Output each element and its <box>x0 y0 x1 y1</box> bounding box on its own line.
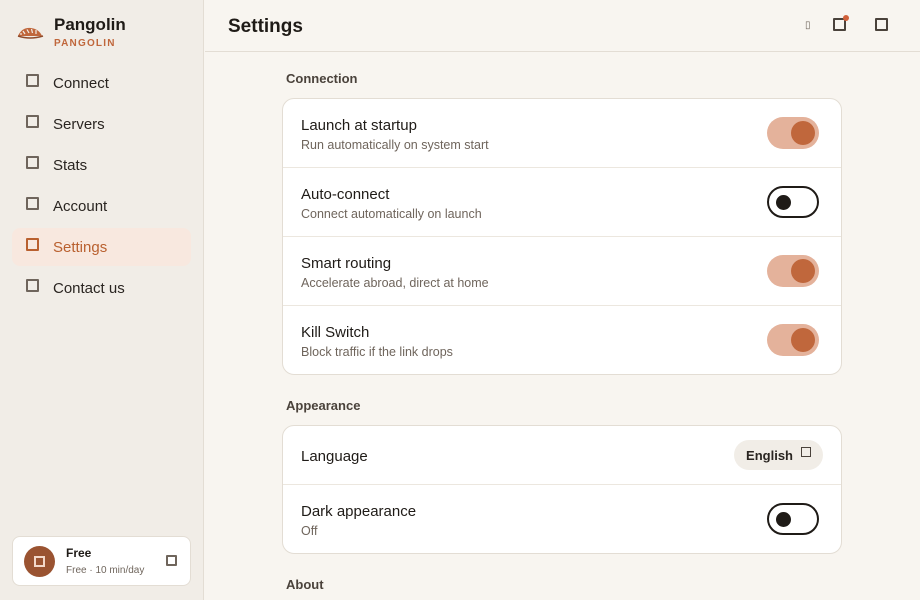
connection-card: Launch at startup Run automatically on s… <box>282 98 842 375</box>
brand: Pangolin PANGOLIN <box>16 14 126 50</box>
setting-subtitle: Off <box>301 524 318 538</box>
setting-row-dark-appearance: Dark appearance Off <box>283 485 841 553</box>
section-title-appearance: Appearance <box>286 398 361 413</box>
setting-row-kill-switch: Kill Switch Block traffic if the link dr… <box>283 306 841 374</box>
square-icon <box>26 114 39 128</box>
auto-connect-toggle[interactable] <box>767 186 819 218</box>
language-select[interactable]: English <box>734 440 823 470</box>
app-subtitle: PANGOLIN <box>54 38 116 49</box>
setting-title: Smart routing <box>301 255 392 272</box>
sidebar: Pangolin PANGOLIN Connect Servers Stats … <box>0 0 204 600</box>
sidebar-item-label: Settings <box>53 238 108 256</box>
notifications-icon[interactable] <box>833 15 849 31</box>
setting-row-auto-connect: Auto-connect Connect automatically on la… <box>283 168 841 237</box>
setting-title: Language <box>301 448 368 465</box>
sidebar-nav: Connect Servers Stats Account Settings C… <box>12 64 191 310</box>
square-icon <box>26 278 39 292</box>
sidebar-item-label: Servers <box>53 115 105 133</box>
setting-subtitle: Block traffic if the link drops <box>301 345 453 359</box>
square-icon <box>26 237 39 251</box>
square-icon <box>801 447 811 457</box>
sidebar-item-settings[interactable]: Settings <box>12 228 191 266</box>
section-title-about: About <box>286 577 324 592</box>
window-icon[interactable] <box>875 18 888 31</box>
setting-subtitle: Connect automatically on launch <box>301 207 482 221</box>
setting-row-smart-routing: Smart routing Accelerate abroad, direct … <box>283 237 841 306</box>
plan-action-icon[interactable] <box>166 555 177 566</box>
language-value: English <box>746 447 793 463</box>
appearance-card: Language English Dark appearance Off <box>282 425 842 554</box>
setting-title: Launch at startup <box>301 117 417 134</box>
toggle-knob <box>776 194 791 210</box>
plan-title: Free <box>66 545 92 560</box>
app-name: Pangolin <box>54 15 126 34</box>
setting-title: Kill Switch <box>301 324 370 341</box>
toggle-knob <box>776 511 791 527</box>
setting-row-language: Language English <box>283 426 841 485</box>
launch-at-startup-toggle[interactable] <box>767 117 819 149</box>
setting-row-launch-at-startup: Launch at startup Run automatically on s… <box>283 99 841 168</box>
notification-dot <box>843 15 849 21</box>
sidebar-item-label: Connect <box>53 74 109 92</box>
sidebar-item-account[interactable]: Account <box>12 187 191 225</box>
sidebar-item-contact-us[interactable]: Contact us <box>12 269 191 307</box>
square-icon <box>26 155 39 169</box>
dark-appearance-toggle[interactable] <box>767 503 819 535</box>
setting-title: Auto-connect <box>301 186 390 203</box>
sidebar-item-label: Contact us <box>53 279 125 297</box>
setting-subtitle: Run automatically on system start <box>301 138 489 152</box>
toggle-knob <box>791 259 815 283</box>
pangolin-logo-icon <box>17 27 44 39</box>
setting-subtitle: Accelerate abroad, direct at home <box>301 276 489 290</box>
plan-card[interactable]: Free Free · 10 min/day <box>12 536 191 586</box>
sidebar-item-label: Stats <box>53 156 88 174</box>
sidebar-item-connect[interactable]: Connect <box>12 64 191 102</box>
plan-subtitle: Free · 10 min/day <box>66 564 145 576</box>
smart-routing-toggle[interactable] <box>767 255 819 287</box>
toggle-knob <box>791 121 815 145</box>
top-bar: Settings ▯ <box>205 0 920 52</box>
toggle-knob <box>791 328 815 352</box>
sidebar-item-servers[interactable]: Servers <box>12 105 191 143</box>
sidebar-item-label: Account <box>53 197 108 215</box>
square-icon <box>26 196 39 210</box>
square-icon <box>26 73 39 87</box>
sidebar-item-stats[interactable]: Stats <box>12 146 191 184</box>
section-title-connection: Connection <box>286 71 358 86</box>
avatar <box>24 545 55 577</box>
kill-switch-toggle[interactable] <box>767 324 819 356</box>
setting-title: Dark appearance <box>301 503 417 520</box>
status-glyph-icon: ▯ <box>805 20 811 31</box>
avatar-square-icon <box>34 555 45 567</box>
page-title: Settings <box>228 16 303 37</box>
